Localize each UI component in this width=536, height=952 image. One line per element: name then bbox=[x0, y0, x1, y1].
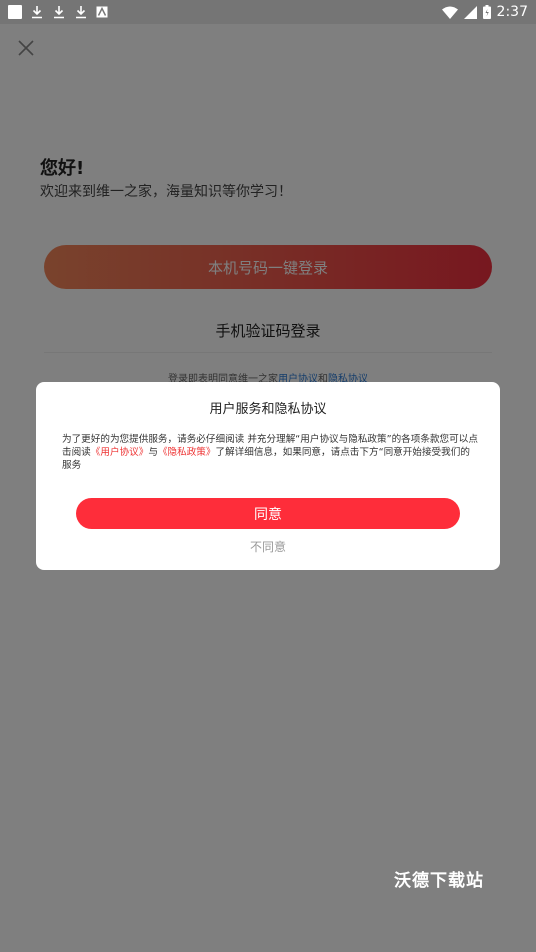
status-time: 2:37 bbox=[496, 4, 528, 20]
battery-icon bbox=[482, 5, 491, 19]
notification-box-icon bbox=[8, 5, 22, 19]
dialog-body-text: 与 bbox=[148, 447, 158, 458]
download-icon bbox=[32, 6, 42, 19]
dialog-body: 为了更好的为您提供服务，请务必仔细阅读 并充分理解“用户协议与隐私政策”的各项条… bbox=[62, 433, 478, 472]
download-icon bbox=[76, 6, 86, 19]
disagree-button[interactable]: 不同意 bbox=[36, 538, 500, 555]
signal-icon bbox=[463, 5, 477, 19]
download-icon bbox=[54, 6, 64, 19]
dialog-title: 用户服务和隐私协议 bbox=[209, 402, 327, 417]
image-icon bbox=[96, 6, 108, 18]
wifi-icon bbox=[441, 6, 458, 19]
dialog-privacy-policy-link[interactable]: 《隐私政策》 bbox=[158, 447, 216, 458]
agreement-dialog: 用户服务和隐私协议 为了更好的为您提供服务，请务必仔细阅读 并充分理解“用户协议… bbox=[36, 382, 500, 570]
status-bar: 2:37 bbox=[0, 0, 536, 24]
dialog-user-agreement-link[interactable]: 《用户协议》 bbox=[91, 447, 149, 458]
agree-button[interactable]: 同意 bbox=[76, 498, 460, 529]
watermark-text: 沃德下载站 bbox=[394, 871, 484, 891]
